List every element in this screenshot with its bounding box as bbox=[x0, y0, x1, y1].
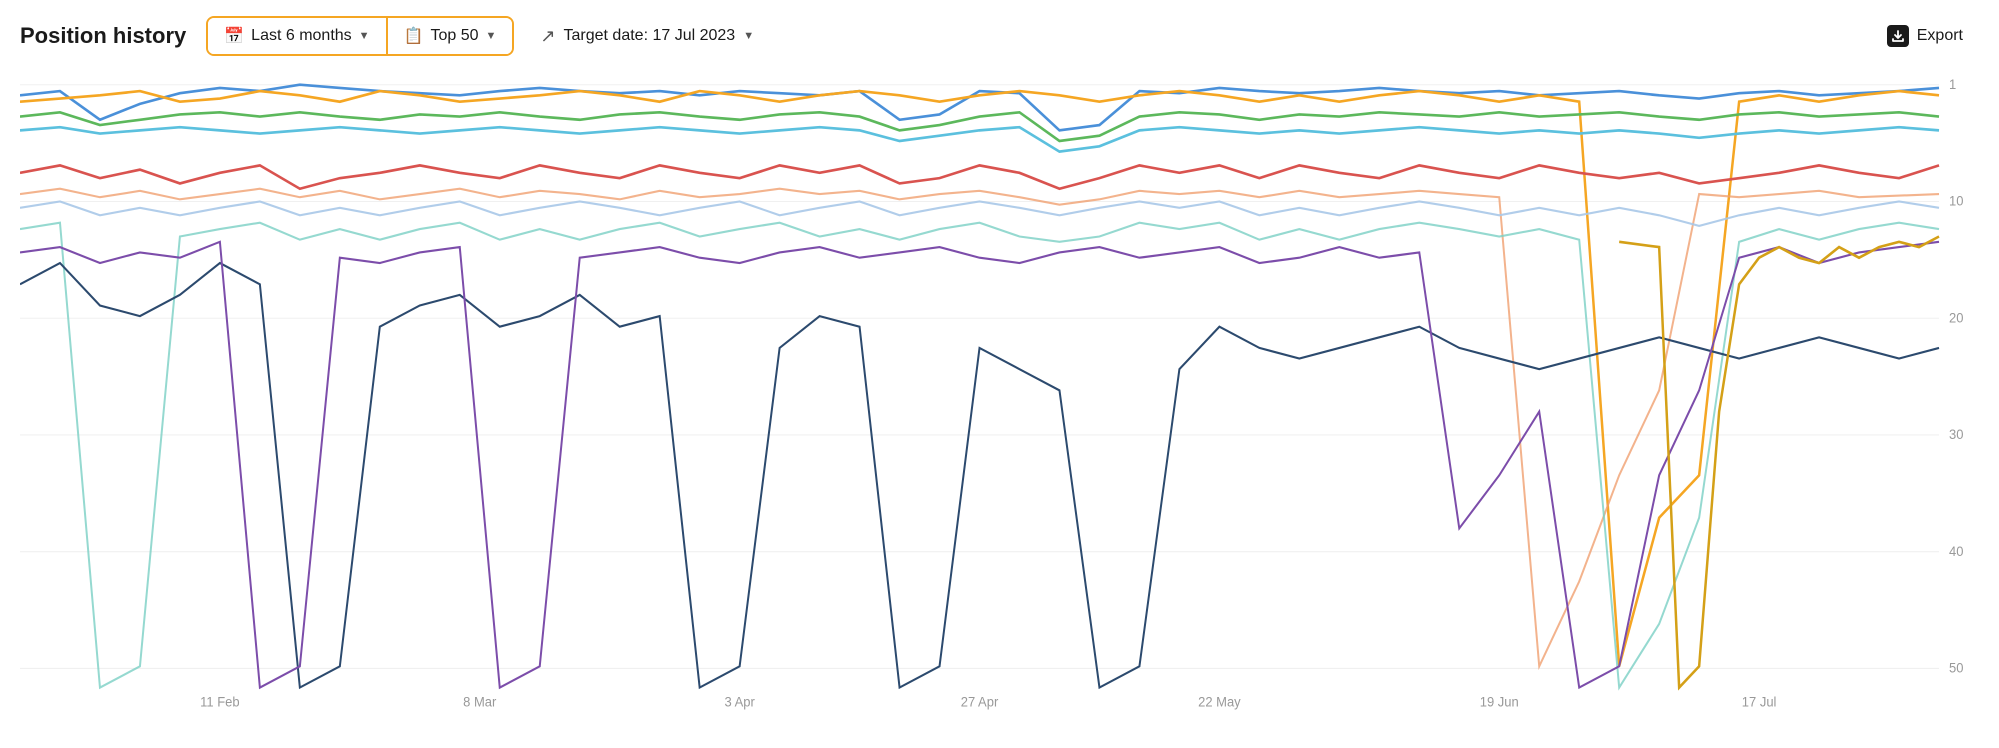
chevron-down-icon: ▼ bbox=[359, 30, 370, 42]
position-history-container: Position history 📅 Last 6 months ▼ 📋 Top… bbox=[0, 0, 1999, 748]
line-red bbox=[20, 165, 1939, 188]
svg-text:22 May: 22 May bbox=[1198, 694, 1241, 709]
page-title: Position history bbox=[20, 23, 186, 49]
chevron-down-icon-3: ▼ bbox=[743, 30, 754, 42]
svg-text:50: 50 bbox=[1949, 660, 1963, 675]
calendar-icon: 📅 bbox=[224, 26, 244, 46]
trend-icon: ↗ bbox=[540, 26, 555, 47]
svg-text:17 Jul: 17 Jul bbox=[1742, 694, 1777, 709]
svg-text:30: 30 bbox=[1949, 427, 1963, 442]
svg-text:19 Jun: 19 Jun bbox=[1480, 694, 1519, 709]
line-teal bbox=[20, 223, 1939, 688]
svg-text:11 Feb: 11 Feb bbox=[200, 694, 239, 709]
line-yellow bbox=[1619, 237, 1939, 688]
svg-text:10: 10 bbox=[1949, 193, 1963, 208]
svg-text:27 Apr: 27 Apr bbox=[961, 694, 999, 709]
line-green bbox=[20, 112, 1939, 141]
chart-area: 1 10 20 30 40 50 11 Feb 8 Mar 3 Apr 27 A… bbox=[20, 72, 1979, 730]
svg-text:3 Apr: 3 Apr bbox=[724, 694, 755, 709]
table-icon: 📋 bbox=[404, 26, 424, 46]
top-filter-button[interactable]: 📋 Top 50 ▼ bbox=[388, 18, 513, 54]
line-cyan bbox=[20, 127, 1939, 151]
date-range-button[interactable]: 📅 Last 6 months ▼ bbox=[208, 18, 387, 54]
line-blue bbox=[20, 85, 1939, 131]
toolbar: Position history 📅 Last 6 months ▼ 📋 Top… bbox=[20, 16, 1979, 56]
export-icon bbox=[1887, 25, 1909, 47]
svg-text:8 Mar: 8 Mar bbox=[463, 694, 497, 709]
filter-group: 📅 Last 6 months ▼ 📋 Top 50 ▼ bbox=[206, 16, 514, 56]
top-label: Top 50 bbox=[430, 27, 478, 45]
line-purple bbox=[20, 242, 1939, 688]
line-dark-navy bbox=[20, 263, 1939, 688]
target-date-label: Target date: 17 Jul 2023 bbox=[564, 27, 736, 45]
svg-text:1: 1 bbox=[1949, 77, 1956, 92]
date-range-label: Last 6 months bbox=[251, 27, 352, 45]
position-history-chart: 1 10 20 30 40 50 11 Feb 8 Mar 3 Apr 27 A… bbox=[20, 72, 1979, 730]
svg-text:20: 20 bbox=[1949, 310, 1963, 325]
target-date-button[interactable]: ↗ Target date: 17 Jul 2023 ▼ bbox=[526, 18, 768, 55]
svg-text:40: 40 bbox=[1949, 544, 1963, 559]
export-button[interactable]: Export bbox=[1871, 17, 1979, 55]
chevron-down-icon-2: ▼ bbox=[486, 30, 497, 42]
export-label: Export bbox=[1917, 27, 1963, 45]
